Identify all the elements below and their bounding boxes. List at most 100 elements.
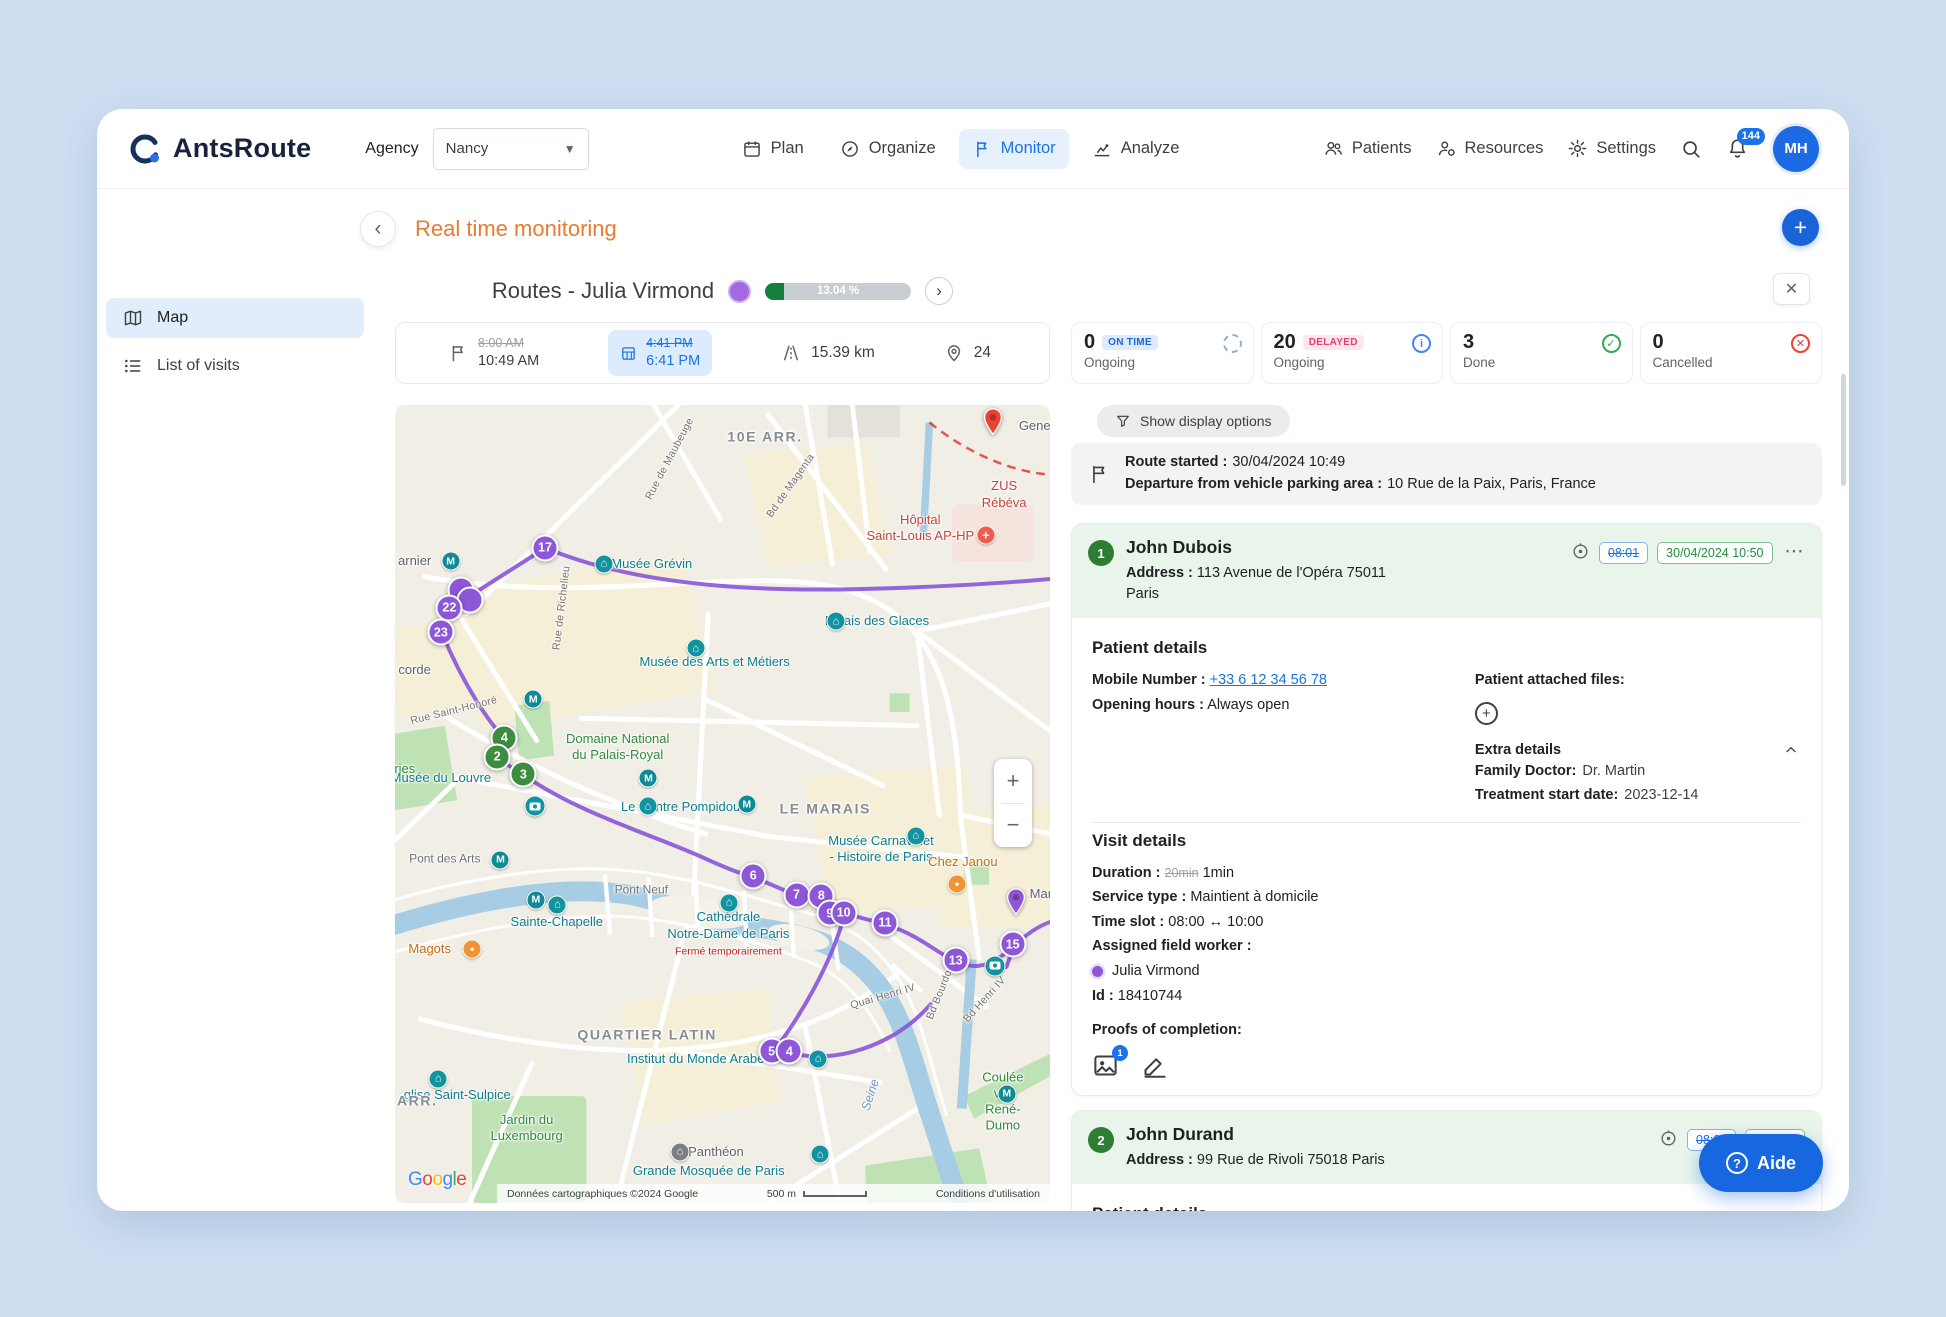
nav-settings[interactable]: Settings	[1567, 138, 1656, 159]
zoom-in-button[interactable]: +	[994, 759, 1032, 803]
map-marker-metro[interactable]: M	[639, 769, 658, 788]
map-marker-metro[interactable]: M	[997, 1084, 1016, 1103]
map-marker-pin-red[interactable]	[983, 408, 1003, 436]
chart-icon	[1092, 139, 1112, 159]
map-marker-stop-3[interactable]: 3	[510, 761, 537, 788]
visit-options-menu[interactable]: ⋯	[1785, 542, 1806, 561]
map-marker-camera[interactable]	[525, 796, 546, 817]
route-progress-bar: 13.04 %	[765, 283, 911, 300]
nav-organize[interactable]: Organize	[827, 129, 949, 169]
map-terms-link[interactable]: Conditions d'utilisation	[936, 1188, 1040, 1200]
map-marker-pin-purple[interactable]	[1006, 888, 1026, 916]
status-done[interactable]: 3 Done ✓	[1450, 322, 1633, 384]
delayed-badge: DELAYED	[1303, 335, 1364, 350]
map-marker-poi[interactable]: ⌂	[809, 1049, 828, 1068]
collapse-extra-details-button[interactable]	[1781, 740, 1801, 760]
map-marker-metro[interactable]: M	[524, 690, 543, 709]
map-marker-poi[interactable]: ⌂	[686, 639, 705, 658]
map-marker-poi[interactable]: ⌂	[548, 895, 567, 914]
map-marker-poi-orange[interactable]: ●	[947, 874, 966, 893]
status-cancelled[interactable]: 0 Cancelled ✕	[1640, 322, 1823, 384]
map-markers-layer: 17222342367891011131554+MMMMMMM⌂⌂⌂⌂⌂⌂⌂⌂⌂…	[395, 405, 1050, 1203]
back-button[interactable]: ‹	[360, 211, 396, 247]
map-marker-poi-gray[interactable]: ⌂	[670, 1142, 689, 1161]
map-marker-stop-6[interactable]: 6	[740, 862, 767, 889]
map-marker-poi[interactable]: ⌂	[594, 554, 613, 573]
start-time-actual: 10:49 AM	[478, 352, 539, 371]
map-marker-metro[interactable]: M	[526, 890, 545, 909]
stat-end-time-chip[interactable]: 4:41 PM 6:41 PM	[608, 330, 712, 375]
route-stats-bar: 8:00 AM 10:49 AM 4:41 PM 6:41 PM 15.39 k…	[395, 322, 1050, 384]
actual-time-chip: 30/04/2024 10:50	[1657, 542, 1772, 564]
map-marker-camera[interactable]	[984, 955, 1005, 976]
map-marker-stop-7[interactable]: 7	[783, 881, 810, 908]
route-departure-line: Departure from vehicle parking area :10 …	[1125, 474, 1596, 496]
nav-analyze[interactable]: Analyze	[1079, 129, 1193, 169]
status-count: 20	[1274, 331, 1296, 354]
secondary-nav: Patients Resources Settings 144 MH	[1323, 126, 1819, 172]
antsroute-logo[interactable]: AntsRoute	[127, 131, 311, 167]
nav-patients[interactable]: Patients	[1323, 138, 1412, 159]
map-marker-poi-orange[interactable]: ●	[463, 940, 482, 959]
map-marker-stop-23[interactable]: 23	[427, 619, 454, 646]
map-marker-stop-15[interactable]: 15	[999, 931, 1026, 958]
map-marker-metro[interactable]: M	[441, 552, 460, 571]
map-marker-stop-17[interactable]: 17	[531, 534, 558, 561]
patient-address: Address : 99 Rue de Rivoli 75018 Paris	[1126, 1150, 1385, 1171]
map-marker-stop-22[interactable]: 22	[436, 594, 463, 621]
status-ongoing-delayed[interactable]: 20DELAYED Ongoing i	[1261, 322, 1444, 384]
nav-monitor-label: Monitor	[1001, 139, 1056, 158]
show-display-options-button[interactable]: Show display options	[1097, 405, 1290, 437]
add-button[interactable]: +	[1782, 209, 1819, 246]
next-route-button[interactable]: ›	[925, 277, 953, 305]
phone-link[interactable]: +33 6 12 34 56 78	[1210, 672, 1327, 688]
extra-details-label: Extra details	[1475, 742, 1561, 758]
status-ongoing-ontime[interactable]: 0ON TIME Ongoing	[1071, 322, 1254, 384]
map-marker-metro[interactable]: M	[491, 850, 510, 869]
map-marker-metro[interactable]: M	[737, 795, 756, 814]
worker-color-dot	[728, 280, 751, 303]
notifications-button[interactable]: 144	[1726, 137, 1749, 160]
agency-select[interactable]: Nancy ▼	[433, 128, 589, 170]
map-zoom-control: + −	[994, 759, 1032, 847]
map-marker-stop-2[interactable]: 2	[484, 743, 511, 770]
map-scale-label: 500 m	[767, 1188, 796, 1200]
nav-monitor[interactable]: Monitor	[959, 129, 1069, 169]
proof-signature-button[interactable]	[1141, 1052, 1168, 1079]
search-button[interactable]	[1680, 138, 1702, 160]
user-avatar[interactable]: MH	[1773, 126, 1819, 172]
proof-photo-button[interactable]: 1	[1092, 1052, 1119, 1079]
spinner-icon	[1223, 334, 1242, 353]
map-marker-poi[interactable]: ⌂	[811, 1145, 830, 1164]
route-progress-label: 13.04 %	[765, 283, 911, 300]
nav-resources[interactable]: Resources	[1436, 138, 1544, 159]
help-button[interactable]: ? Aide	[1699, 1134, 1823, 1192]
map-marker-hospital[interactable]: +	[976, 526, 995, 545]
visit-card-john-dubois: 1 John Dubois Address : 113 Avenue de l'…	[1071, 523, 1822, 1096]
map-marker-poi[interactable]: ⌂	[638, 797, 657, 816]
assigned-worker-label: Assigned field worker :	[1092, 934, 1801, 959]
sidebar-item-list-of-visits[interactable]: List of visits	[106, 346, 364, 386]
panel-scrollbar[interactable]	[1841, 374, 1846, 486]
map-marker-stop-4[interactable]: 4	[776, 1038, 803, 1065]
visit-card-header[interactable]: 1 John Dubois Address : 113 Avenue de l'…	[1072, 524, 1821, 618]
info-icon: i	[1412, 334, 1431, 353]
map-marker-poi[interactable]: ⌂	[429, 1069, 448, 1088]
map-marker-poi[interactable]: ⌂	[826, 612, 845, 631]
nav-plan-label: Plan	[771, 139, 804, 158]
map-marker-poi[interactable]: ⌂	[720, 893, 739, 912]
sidebar-item-map[interactable]: Map	[106, 298, 364, 338]
map-marker-stop-11[interactable]: 11	[871, 909, 898, 936]
map-marker-stop-10[interactable]: 10	[830, 899, 857, 926]
add-attachment-button[interactable]: +	[1475, 702, 1498, 725]
patient-name: John Dubois	[1126, 537, 1416, 558]
desktop-background: AntsRoute Agency Nancy ▼ Plan Organize	[0, 0, 1946, 1317]
photo-count-badge: 1	[1112, 1045, 1128, 1061]
zoom-out-button[interactable]: −	[994, 804, 1032, 848]
map-canvas[interactable]: 10E ARR.GenerZUS RébévaHôpital Saint-Lou…	[395, 405, 1050, 1203]
map-marker-stop-13[interactable]: 13	[942, 947, 969, 974]
status-count: 3	[1463, 331, 1474, 354]
nav-plan[interactable]: Plan	[729, 129, 817, 169]
close-panel-button[interactable]: ✕	[1773, 273, 1810, 305]
map-marker-poi[interactable]: ⌂	[906, 826, 925, 845]
